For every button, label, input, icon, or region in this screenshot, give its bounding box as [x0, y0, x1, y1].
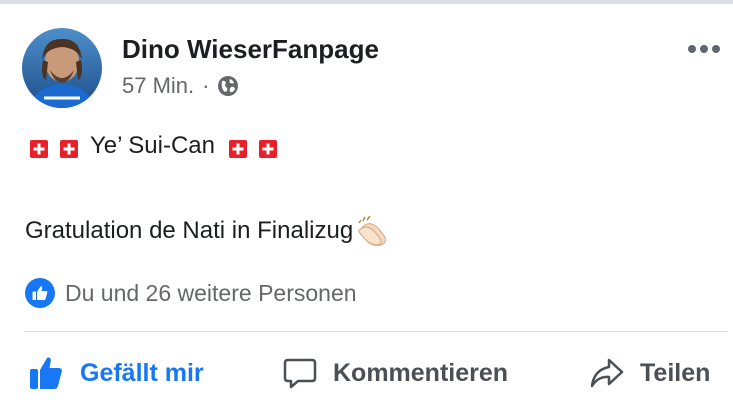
like-thumb-icon — [25, 278, 55, 308]
actions-divider — [24, 331, 728, 332]
meta-separator: · — [202, 73, 210, 98]
post-header: Dino WieserFanpage 57 Min. · — [22, 28, 722, 108]
comment-label: Kommentieren — [333, 358, 509, 387]
swiss-flag-icon — [30, 137, 48, 158]
comment-button[interactable]: Kommentieren — [283, 350, 508, 396]
share-label: Teilen — [640, 358, 711, 387]
like-thumb-icon — [30, 357, 62, 389]
like-button[interactable]: Gefällt mir — [28, 350, 204, 396]
comment-bubble-icon — [283, 358, 317, 389]
author-name[interactable]: Dino WieserFanpage — [122, 34, 379, 65]
timestamp[interactable]: 57 Min. — [122, 73, 194, 99]
post-text-line1: Ye’ Sui-Can — [30, 132, 289, 160]
reactions-text: Du und 26 weitere Personen — [65, 279, 357, 306]
post-text-line2: Gratulation de Nati in Finalizug — [25, 215, 391, 247]
swiss-flag-icon — [60, 137, 78, 158]
reactions-summary[interactable]: Du und 26 weitere Personen — [25, 278, 357, 308]
top-divider — [0, 0, 733, 4]
post-text-line2-label: Gratulation de Nati in Finalizug — [25, 217, 354, 244]
post-text-line1-label: Ye’ Sui-Can — [90, 132, 215, 159]
share-arrow-icon — [590, 358, 624, 388]
swiss-flag-icon — [258, 137, 277, 158]
avatar[interactable] — [22, 28, 102, 108]
globe-icon — [217, 75, 239, 97]
swiss-flag-icon — [228, 137, 247, 158]
share-button[interactable]: Teilen — [590, 350, 710, 396]
clapping-hands-icon — [355, 215, 391, 247]
like-label: Gefällt mir — [80, 358, 204, 387]
post-meta: 57 Min. · — [122, 73, 239, 99]
action-bar: Gefällt mir Kommentieren Teilen — [0, 350, 733, 396]
more-dots-icon[interactable] — [686, 42, 722, 56]
